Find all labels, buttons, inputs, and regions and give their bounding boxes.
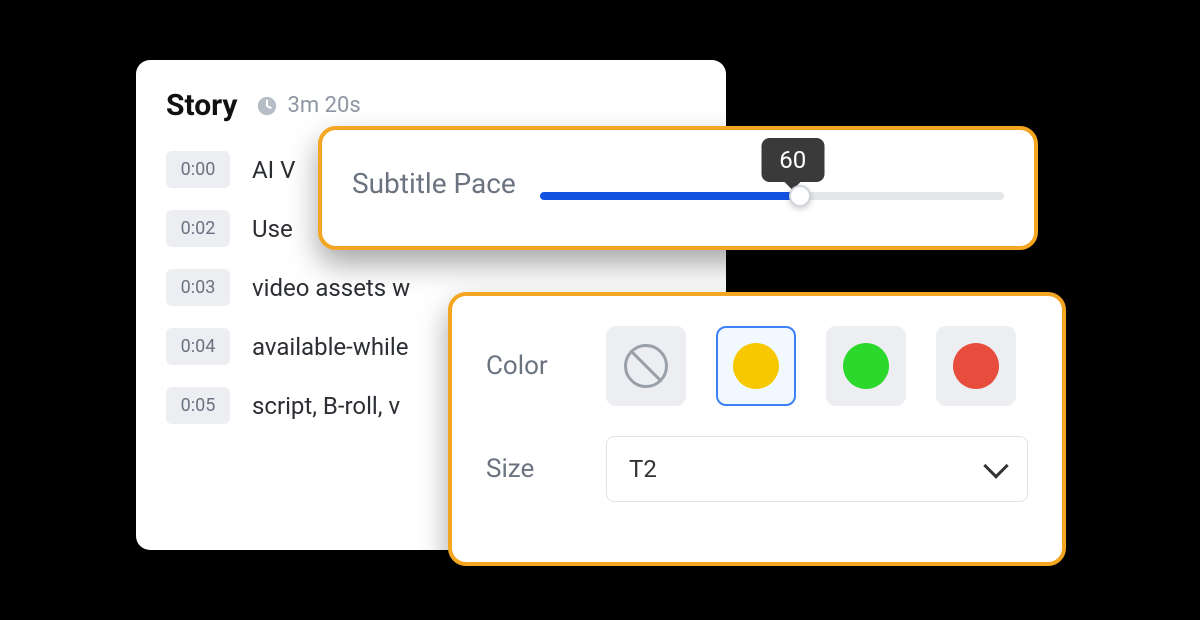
- slider-track: [540, 192, 1004, 200]
- color-swatches: [606, 326, 1016, 406]
- timestamp-badge: 0:02: [166, 210, 230, 247]
- chevron-down-icon: [983, 453, 1008, 478]
- none-icon: [624, 344, 668, 388]
- color-swatch-red[interactable]: [936, 326, 1016, 406]
- subtitle-pace-slider[interactable]: 60: [540, 148, 1004, 200]
- color-swatch-yellow[interactable]: [716, 326, 796, 406]
- color-label: Color: [486, 351, 576, 381]
- story-text: AI V: [252, 156, 295, 184]
- style-card: Color Size T2: [448, 292, 1066, 566]
- duration-text: 3m 20s: [288, 93, 361, 118]
- dot-icon: [733, 343, 779, 389]
- subtitle-pace-label: Subtitle Pace: [352, 167, 516, 200]
- timestamp-badge: 0:05: [166, 387, 230, 424]
- duration-display: 3m 20s: [256, 93, 361, 118]
- subtitle-pace-card: Subtitle Pace 60: [318, 126, 1038, 250]
- dot-icon: [843, 343, 889, 389]
- color-swatch-none[interactable]: [606, 326, 686, 406]
- timestamp-badge: 0:03: [166, 269, 230, 306]
- story-title: Story: [166, 88, 238, 123]
- size-select[interactable]: T2: [606, 436, 1028, 502]
- slider-thumb[interactable]: [789, 185, 811, 207]
- story-header: Story 3m 20s: [166, 88, 696, 123]
- color-swatch-green[interactable]: [826, 326, 906, 406]
- story-text: script, B-roll, v: [252, 392, 400, 420]
- timestamp-badge: 0:00: [166, 151, 230, 188]
- slider-tooltip: 60: [761, 138, 824, 182]
- story-text: video assets w: [252, 274, 410, 302]
- story-text: available-while: [252, 333, 408, 361]
- slider-fill: [540, 192, 800, 200]
- story-text: Use: [252, 215, 293, 243]
- size-label: Size: [486, 454, 576, 484]
- size-value: T2: [629, 455, 657, 483]
- dot-icon: [953, 343, 999, 389]
- clock-icon: [256, 95, 278, 117]
- timestamp-badge: 0:04: [166, 328, 230, 365]
